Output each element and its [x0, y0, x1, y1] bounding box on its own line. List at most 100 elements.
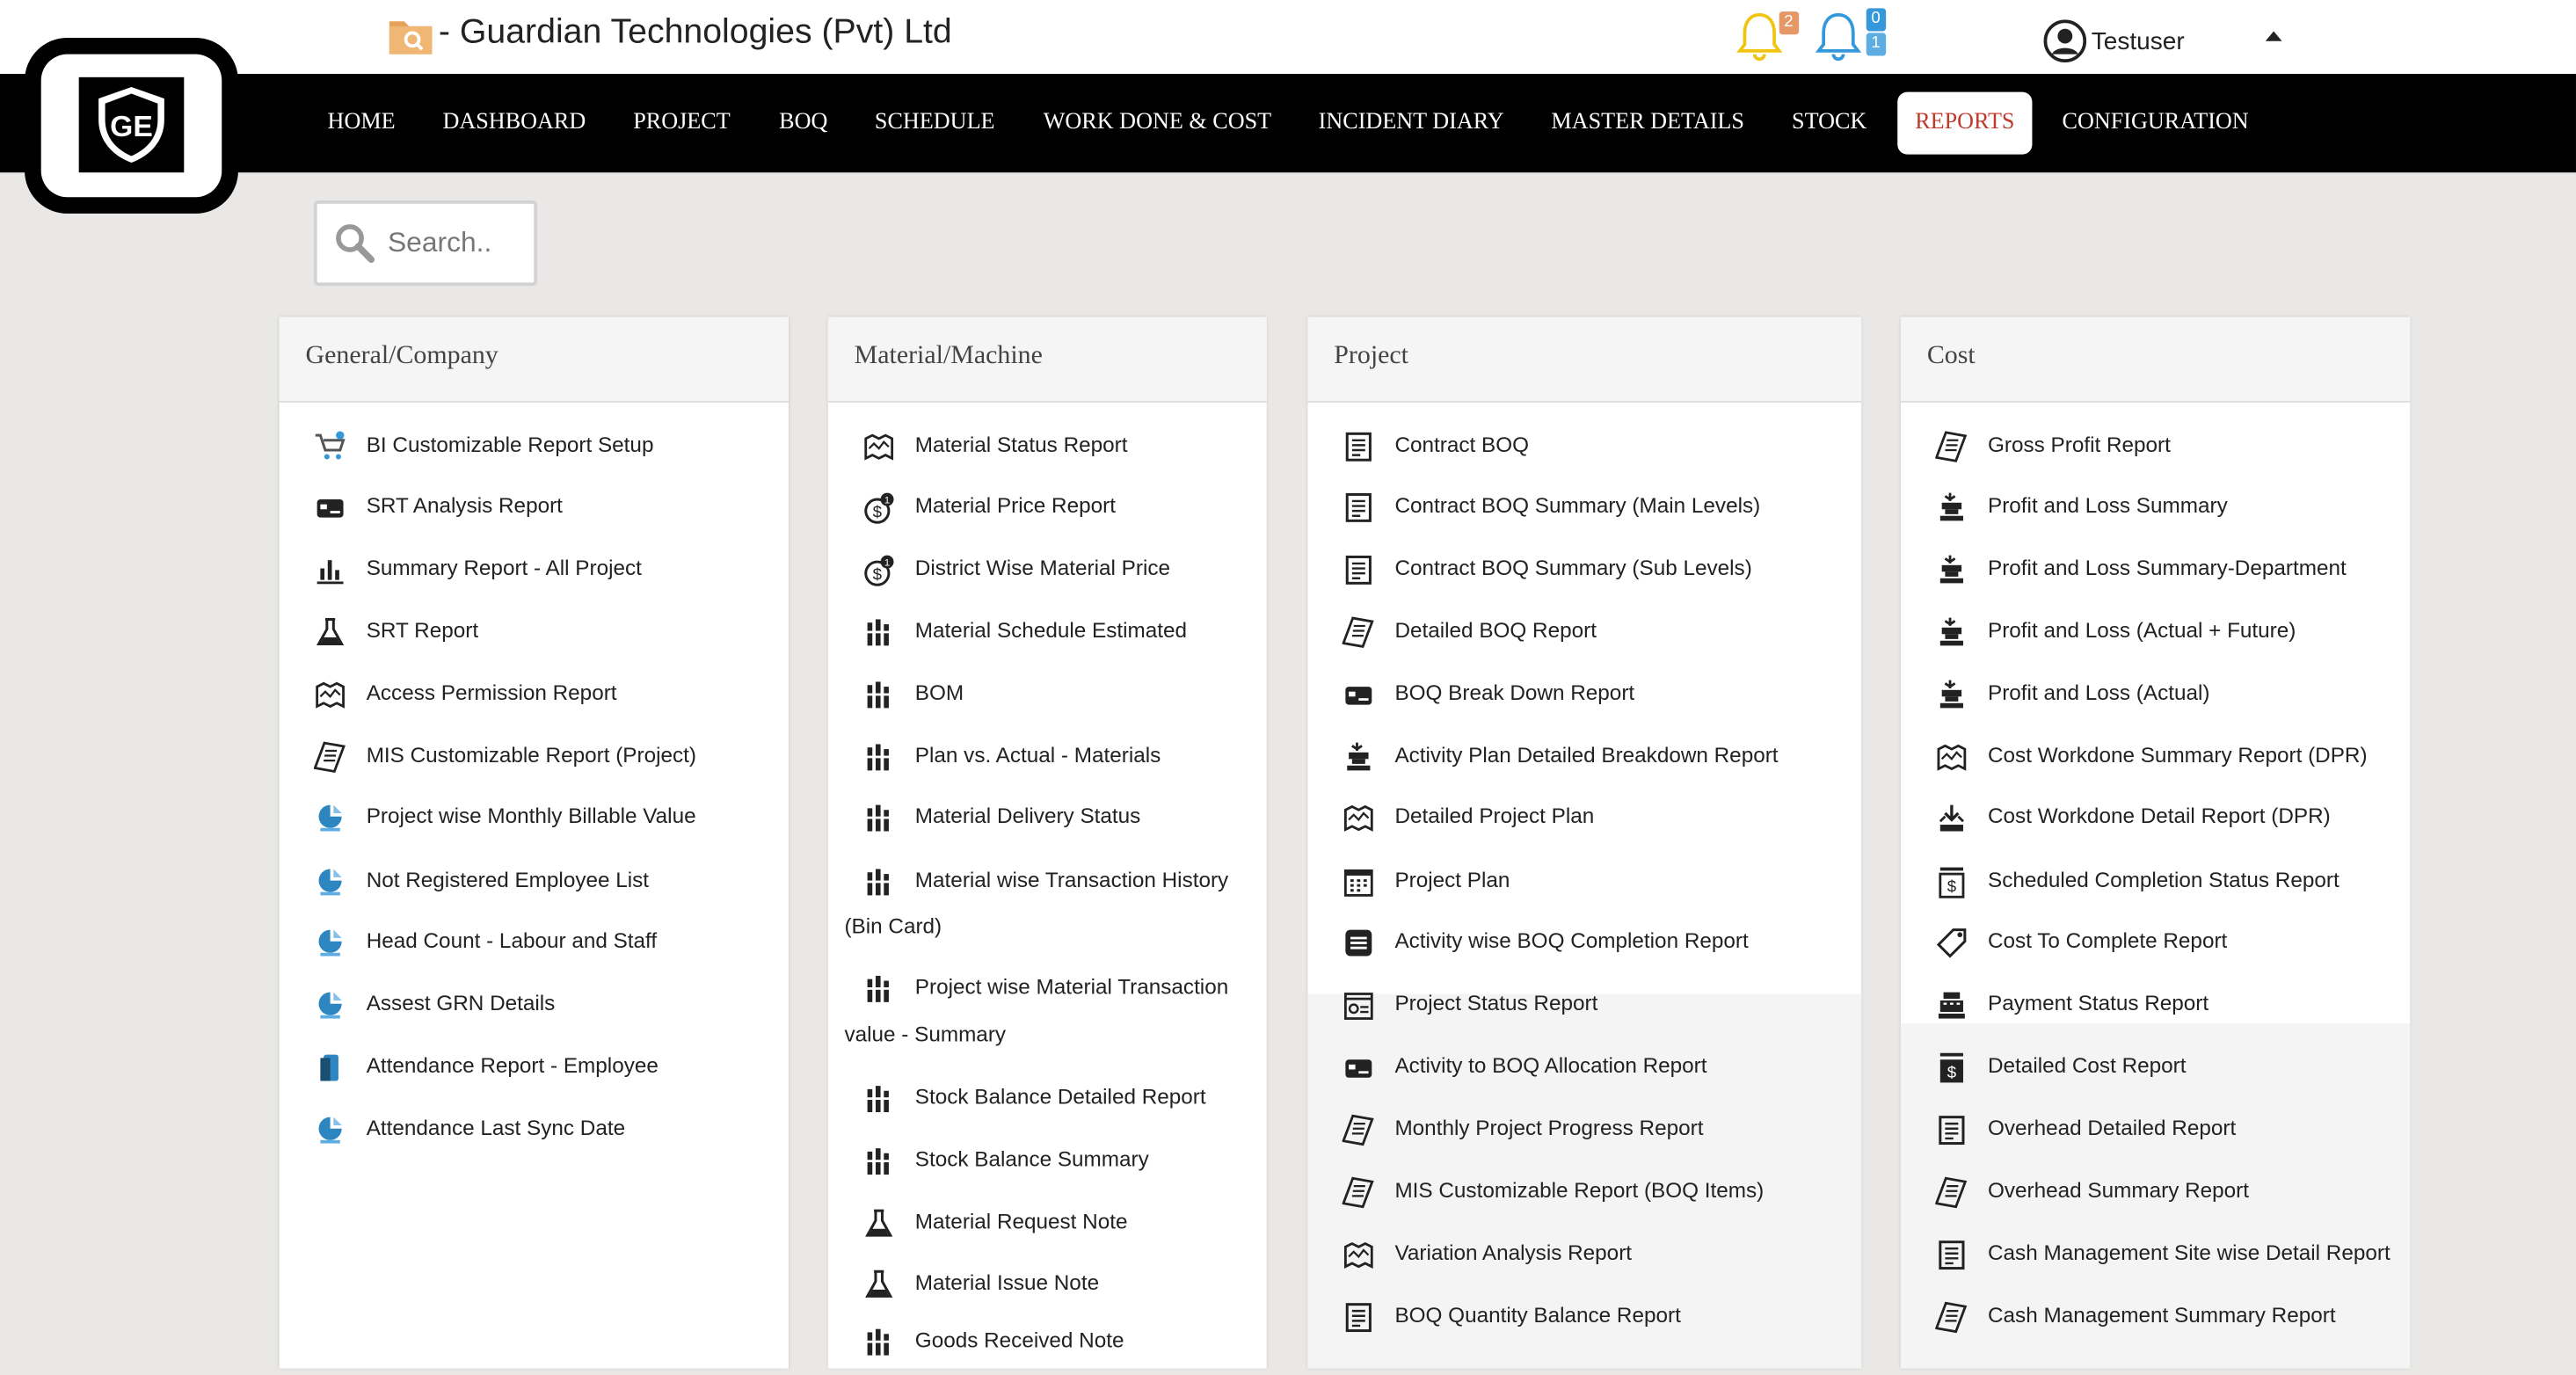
silo-icon	[862, 1082, 895, 1115]
report-link[interactable]: Payment Status Report	[1901, 981, 2410, 1027]
nav-boq[interactable]: BOQ	[777, 92, 830, 155]
user-avatar-icon	[2043, 19, 2087, 63]
report-link[interactable]: Plan vs. Actual - Materials	[828, 732, 1267, 778]
report-link[interactable]: Profit and Loss (Actual + Future)	[1901, 607, 2410, 653]
report-link[interactable]: Detailed Project Plan	[1307, 794, 1861, 840]
nav-dashboard[interactable]: DASHBOARD	[440, 92, 588, 155]
report-link[interactable]: $1 District Wise Material Price	[828, 545, 1267, 591]
report-link[interactable]: Material Delivery Status	[828, 794, 1267, 840]
report-link[interactable]: BI Customizable Report Setup	[280, 422, 789, 468]
report-link[interactable]: BOQ Quantity Balance Report	[1307, 1293, 1861, 1339]
notification-bell-yellow[interactable]: 2	[1735, 10, 1799, 62]
nav-work-done-cost[interactable]: WORK DONE & COST	[1042, 92, 1273, 155]
report-link[interactable]: Head Count - Labour and Staff	[280, 919, 789, 964]
nav-project[interactable]: PROJECT	[632, 92, 731, 155]
report-link[interactable]: Variation Analysis Report	[1307, 1231, 1861, 1277]
report-link[interactable]: Overhead Detailed Report	[1901, 1106, 2410, 1152]
report-link[interactable]: SRT Report	[280, 607, 789, 653]
report-link-label: Overhead Summary Report	[1988, 1177, 2250, 1203]
report-link[interactable]: Project wise Monthly Billable Value	[280, 794, 789, 840]
report-link[interactable]: Contract BOQ Summary (Sub Levels)	[1307, 545, 1861, 591]
panel-title: Project	[1307, 316, 1862, 403]
report-link[interactable]: Activity Plan Detailed Breakdown Report	[1307, 732, 1861, 778]
report-link[interactable]: Access Permission Report	[280, 670, 789, 716]
flask-icon	[862, 1207, 895, 1240]
report-link[interactable]: Activity wise BOQ Completion Report	[1307, 919, 1861, 964]
report-link[interactable]: Cost To Complete Report	[1901, 919, 2410, 964]
nav-home[interactable]: HOME	[325, 92, 397, 155]
report-link[interactable]: Gross Profit Report	[1901, 422, 2410, 468]
report-link[interactable]: Assest GRN Details	[280, 981, 789, 1027]
svg-text:$: $	[873, 565, 883, 584]
receipt-icon	[313, 741, 346, 774]
nav-schedule[interactable]: SCHEDULE	[872, 92, 997, 155]
report-link[interactable]: Material Schedule Estimated	[828, 607, 1267, 653]
report-link-label: Activity Plan Detailed Breakdown Report	[1394, 742, 1779, 768]
report-link[interactable]: $ Detailed Cost Report	[1901, 1044, 2410, 1089]
nav-configuration[interactable]: CONFIGURATION	[2060, 92, 2251, 155]
report-link[interactable]: Attendance Report - Employee	[280, 1044, 789, 1089]
report-link[interactable]: Material wise Transaction History	[828, 857, 1267, 903]
report-link[interactable]: Material Issue Note	[828, 1260, 1267, 1306]
report-link[interactable]: Monthly Project Progress Report	[1307, 1106, 1861, 1152]
report-link[interactable]: Detailed BOQ Report	[1307, 607, 1861, 653]
report-link[interactable]: Attendance Last Sync Date	[280, 1106, 789, 1152]
silo-icon	[862, 972, 895, 1005]
report-link[interactable]: BOM	[828, 670, 1267, 716]
shield-logo-icon: GE	[98, 87, 164, 163]
report-link[interactable]: Cash Management Site wise Detail Report	[1901, 1231, 2410, 1277]
search-input[interactable]: Search..	[313, 200, 538, 287]
report-link[interactable]: SRT Analysis Report	[280, 483, 789, 528]
cart-icon	[314, 431, 346, 463]
report-link[interactable]: MIS Customizable Report (Project)	[280, 732, 789, 778]
svg-text:$: $	[1947, 1063, 1957, 1081]
report-link-label: Cash Management Site wise Detail Report	[1988, 1240, 2390, 1265]
report-link[interactable]: Project wise Material Transaction	[828, 964, 1267, 1010]
nav-stock[interactable]: STOCK	[1789, 92, 1870, 155]
id-card-icon	[314, 491, 346, 524]
report-link[interactable]: Project Status Report	[1307, 981, 1861, 1027]
top-bar: - Guardian Technologies (Pvt) Ltd 2 0 1 …	[0, 0, 2576, 75]
calendar-icon	[1343, 866, 1375, 898]
report-link[interactable]: Project Plan	[1307, 857, 1861, 903]
nav-incident-diary[interactable]: INCIDENT DIARY	[1318, 92, 1505, 155]
report-link-label: MIS Customizable Report (BOQ Items)	[1394, 1177, 1765, 1203]
report-link[interactable]: $1 Material Price Report	[828, 483, 1267, 528]
notification-bell-blue[interactable]: 0 1	[1814, 8, 1886, 62]
report-link[interactable]: BOQ Break Down Report	[1307, 670, 1861, 716]
report-link[interactable]: Cost Workdone Summary Report (DPR)	[1901, 732, 2410, 778]
report-link[interactable]: Contract BOQ	[1307, 422, 1861, 468]
status-card-icon	[1343, 989, 1375, 1022]
report-link[interactable]: Summary Report - All Project	[280, 545, 789, 591]
user-menu[interactable]: Testuser	[2043, 19, 2185, 63]
report-link[interactable]: Goods Received Note	[828, 1318, 1267, 1364]
nav-reports[interactable]: REPORTS	[1897, 91, 2033, 155]
document-icon	[1935, 1114, 1968, 1146]
report-link[interactable]: $ Scheduled Completion Status Report	[1901, 857, 2410, 903]
report-link-label: Profit and Loss Summary-Department	[1988, 555, 2347, 580]
report-link[interactable]: Profit and Loss (Actual)	[1901, 670, 2410, 716]
report-link[interactable]: Activity to BOQ Allocation Report	[1307, 1044, 1861, 1089]
receipt-icon	[1934, 1301, 1968, 1334]
report-link[interactable]: Cost Workdone Detail Report (DPR)	[1901, 794, 2410, 840]
caret-up-icon[interactable]	[2265, 31, 2282, 41]
cash-register-icon	[1935, 989, 1968, 1022]
report-link[interactable]: Not Registered Employee List	[280, 857, 789, 903]
report-link-label: Variation Analysis Report	[1394, 1240, 1633, 1265]
report-link[interactable]: MIS Customizable Report (BOQ Items)	[1307, 1168, 1861, 1214]
report-link[interactable]: Profit and Loss Summary-Department	[1901, 545, 2410, 591]
report-link[interactable]: Contract BOQ Summary (Main Levels)	[1307, 483, 1861, 528]
report-link[interactable]: Stock Balance Summary	[828, 1137, 1267, 1182]
nav-master-details[interactable]: MASTER DETAILS	[1549, 92, 1746, 155]
company-logo[interactable]: GE	[25, 37, 238, 214]
document-icon	[1343, 554, 1375, 586]
report-link[interactable]: Overhead Summary Report	[1901, 1168, 2410, 1214]
folder-search-icon	[389, 21, 433, 55]
report-link-label: Assest GRN Details	[366, 990, 556, 1015]
report-link-label: Material wise Transaction History	[914, 867, 1229, 892]
report-link[interactable]: Stock Balance Detailed Report	[828, 1074, 1267, 1120]
report-link[interactable]: Profit and Loss Summary	[1901, 483, 2410, 528]
report-link[interactable]: Cash Management Summary Report	[1901, 1293, 2410, 1339]
report-link[interactable]: Material Status Report	[828, 422, 1267, 468]
report-link[interactable]: Material Request Note	[828, 1199, 1267, 1245]
